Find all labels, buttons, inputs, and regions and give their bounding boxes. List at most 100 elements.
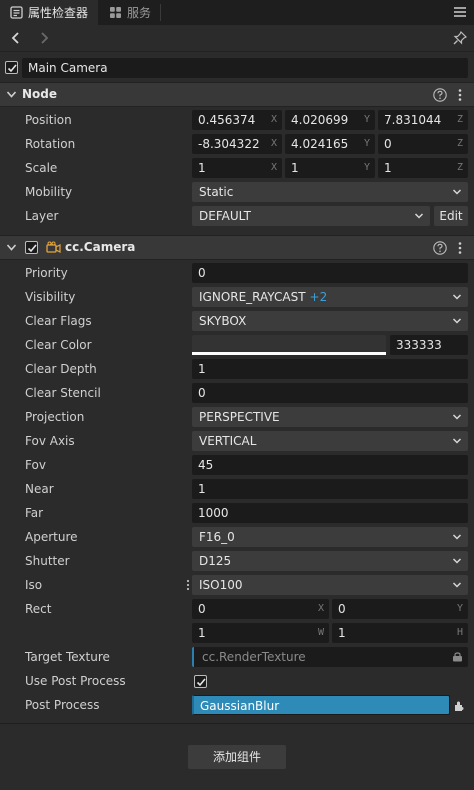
mobility-label: Mobility bbox=[25, 185, 73, 199]
add-component-button[interactable]: 添加组件 bbox=[188, 745, 286, 769]
clear-color-hex-input[interactable]: 333333 bbox=[390, 335, 468, 355]
forward-icon[interactable] bbox=[36, 30, 52, 46]
position-row: Position 0.456374 X 4.020699 Y 7.831044 Z bbox=[0, 108, 474, 132]
camera-icon bbox=[46, 241, 61, 253]
far-input[interactable]: 1000 bbox=[192, 503, 468, 523]
position-label: Position bbox=[25, 113, 72, 127]
node-section-header[interactable]: Node bbox=[0, 82, 474, 107]
post-process-label: Post Process bbox=[25, 698, 100, 712]
aperture-select[interactable]: F16_0 bbox=[192, 527, 468, 547]
priority-label: Priority bbox=[25, 266, 68, 280]
scale-row: Scale 1X 1Y 1Z bbox=[0, 156, 474, 180]
clear-depth-row: Clear Depth 1 bbox=[0, 357, 474, 381]
priority-input[interactable]: 0 bbox=[192, 263, 468, 283]
back-icon[interactable] bbox=[8, 30, 24, 46]
priority-row: Priority 0 bbox=[0, 261, 474, 285]
chevron-down-icon bbox=[452, 294, 462, 300]
camera-section-header[interactable]: cc.Camera bbox=[0, 235, 474, 260]
plugin-icon[interactable] bbox=[453, 700, 465, 712]
scale-y-input[interactable]: 1Y bbox=[285, 158, 375, 178]
visibility-row: Visibility IGNORE_RAYCAST +2 bbox=[0, 285, 474, 309]
more-icon[interactable] bbox=[452, 87, 468, 103]
tab-service-label: 服务 bbox=[127, 6, 152, 20]
rotation-y-input[interactable]: 4.024165 Y bbox=[285, 134, 375, 154]
node-name-row: Main Camera bbox=[0, 55, 474, 80]
aperture-label: Aperture bbox=[25, 530, 78, 544]
projection-row: Projection PERSPECTIVE bbox=[0, 405, 474, 429]
inspector-icon bbox=[10, 6, 23, 19]
more-icon[interactable] bbox=[452, 240, 468, 256]
use-post-process-label: Use Post Process bbox=[25, 674, 126, 688]
post-process-field[interactable]: GaussianBlur bbox=[192, 695, 450, 715]
clear-color-swatch[interactable] bbox=[192, 335, 386, 355]
help-icon[interactable] bbox=[432, 87, 448, 103]
clear-depth-input[interactable]: 1 bbox=[192, 359, 468, 379]
fov-axis-label: Fov Axis bbox=[25, 434, 75, 448]
projection-select[interactable]: PERSPECTIVE bbox=[192, 407, 468, 427]
projection-label: Projection bbox=[25, 410, 85, 424]
drag-handle-icon[interactable] bbox=[186, 579, 190, 591]
rotation-label: Rotation bbox=[25, 137, 76, 151]
clear-flags-label: Clear Flags bbox=[25, 314, 92, 328]
rect-w-input[interactable]: 1W bbox=[192, 623, 329, 643]
section-divider bbox=[0, 723, 474, 724]
mobility-select[interactable]: Static bbox=[192, 182, 468, 202]
position-x-input[interactable]: 0.456374 X bbox=[192, 110, 282, 130]
rect-size-row: 1W 1H bbox=[0, 621, 474, 645]
target-texture-field[interactable]: cc.RenderTexture bbox=[192, 647, 468, 667]
chevron-down-icon bbox=[452, 414, 462, 420]
position-y-input[interactable]: 4.020699 Y bbox=[285, 110, 375, 130]
alpha-bar bbox=[192, 352, 386, 355]
near-input[interactable]: 1 bbox=[192, 479, 468, 499]
rect-h-input[interactable]: 1H bbox=[332, 623, 468, 643]
fov-axis-row: Fov Axis VERTICAL bbox=[0, 429, 474, 453]
chevron-down-icon bbox=[6, 91, 17, 98]
service-icon bbox=[110, 7, 121, 18]
layer-select[interactable]: DEFAULT bbox=[192, 206, 430, 226]
shutter-select[interactable]: D125 bbox=[192, 551, 468, 571]
mobility-row: Mobility Static bbox=[0, 180, 474, 204]
chevron-down-icon bbox=[452, 318, 462, 324]
rotation-row: Rotation -8.304322 X 4.024165 Y 0Z bbox=[0, 132, 474, 156]
tab-bar: 属性检查器 服务 bbox=[0, 0, 474, 25]
tab-inspector[interactable]: 属性检查器 bbox=[0, 0, 98, 25]
lock-icon[interactable] bbox=[452, 652, 463, 662]
rotation-z-input[interactable]: 0Z bbox=[378, 134, 468, 154]
fov-input[interactable]: 45 bbox=[192, 455, 468, 475]
fov-label: Fov bbox=[25, 458, 46, 472]
use-post-process-checkbox[interactable] bbox=[194, 675, 207, 688]
pin-icon[interactable] bbox=[452, 30, 468, 46]
target-texture-label: Target Texture bbox=[25, 650, 110, 664]
help-icon[interactable] bbox=[432, 240, 448, 256]
visibility-extra-count: +2 bbox=[309, 290, 328, 304]
far-label: Far bbox=[25, 506, 44, 520]
position-z-input[interactable]: 7.831044 Z bbox=[378, 110, 468, 130]
fov-axis-select[interactable]: VERTICAL bbox=[192, 431, 468, 451]
iso-select[interactable]: ISO100 bbox=[192, 575, 468, 595]
clear-stencil-input[interactable]: 0 bbox=[192, 383, 468, 403]
camera-enabled-checkbox[interactable] bbox=[25, 241, 38, 254]
node-active-checkbox[interactable] bbox=[5, 61, 18, 74]
clear-stencil-row: Clear Stencil 0 bbox=[0, 381, 474, 405]
fov-row: Fov 45 bbox=[0, 453, 474, 477]
node-name-input[interactable]: Main Camera bbox=[22, 58, 468, 78]
layer-row: Layer DEFAULT Edit bbox=[0, 204, 474, 228]
tab-service[interactable]: 服务 bbox=[99, 0, 161, 25]
clear-color-row: Clear Color 333333 bbox=[0, 333, 474, 357]
aperture-row: Aperture F16_0 bbox=[0, 525, 474, 549]
layer-label: Layer bbox=[25, 209, 59, 223]
scale-x-input[interactable]: 1X bbox=[192, 158, 282, 178]
scale-label: Scale bbox=[25, 161, 58, 175]
iso-row: Iso ISO100 bbox=[0, 573, 474, 597]
tab-divider bbox=[160, 4, 161, 21]
visibility-select[interactable]: IGNORE_RAYCAST +2 bbox=[192, 287, 468, 307]
clear-flags-select[interactable]: SKYBOX bbox=[192, 311, 468, 331]
rotation-x-input[interactable]: -8.304322 X bbox=[192, 134, 282, 154]
post-process-row: Post Process GaussianBlur bbox=[0, 693, 474, 717]
rect-x-input[interactable]: 0X bbox=[192, 599, 329, 619]
rect-y-input[interactable]: 0Y bbox=[332, 599, 468, 619]
layer-edit-button[interactable]: Edit bbox=[434, 206, 468, 226]
scale-z-input[interactable]: 1Z bbox=[378, 158, 468, 178]
clear-flags-row: Clear Flags SKYBOX bbox=[0, 309, 474, 333]
menu-icon[interactable] bbox=[452, 4, 468, 20]
